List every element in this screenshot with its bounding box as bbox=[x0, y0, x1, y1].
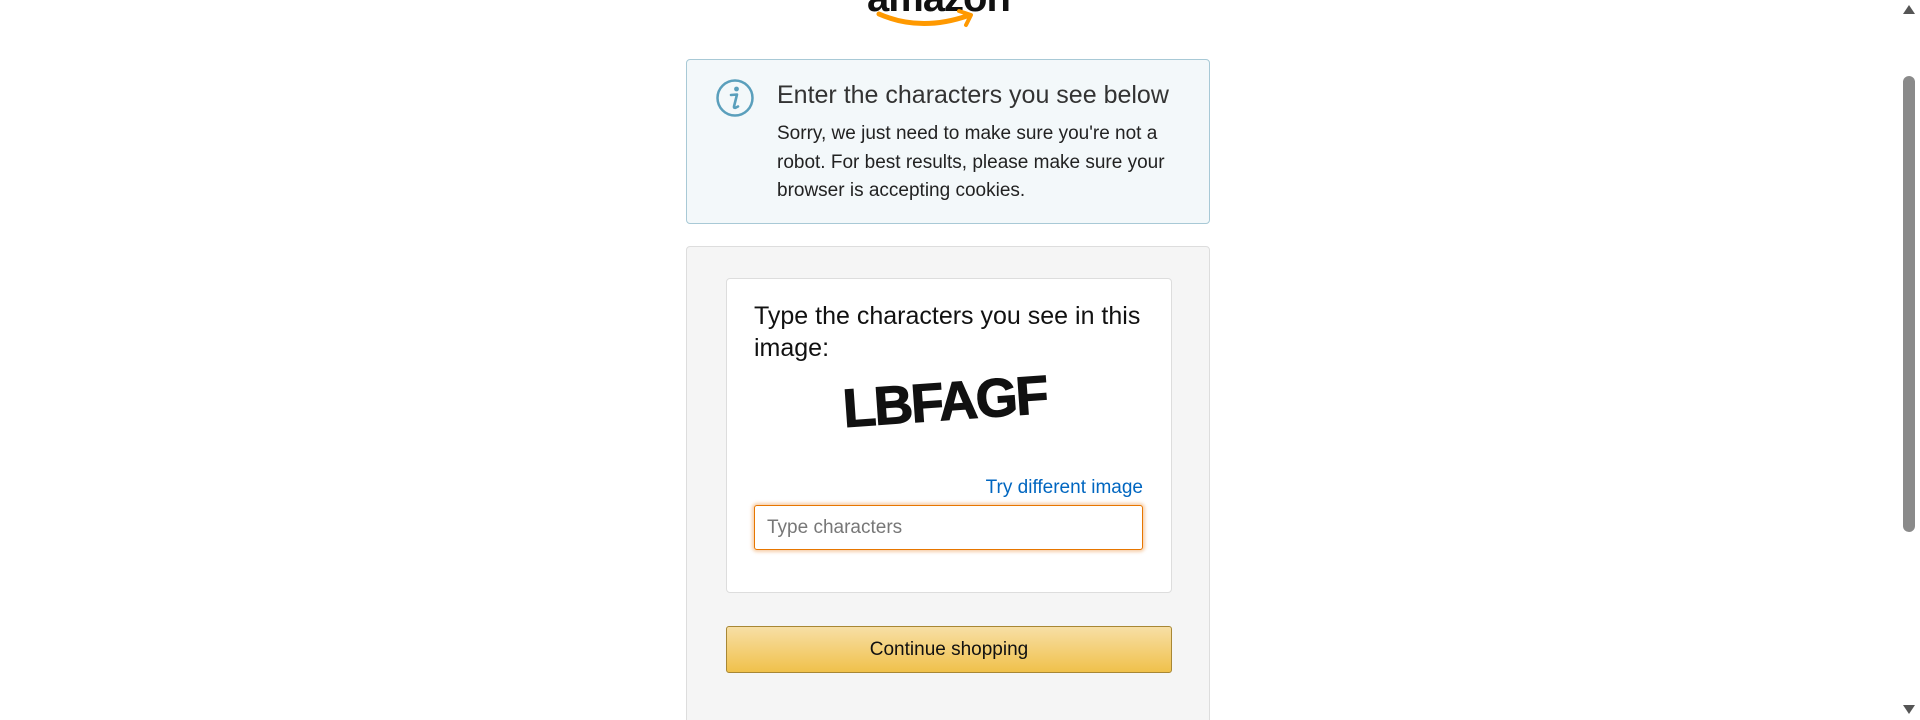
scroll-up-icon[interactable] bbox=[1902, 3, 1916, 15]
captcha-instruction: Type the characters you see in this imag… bbox=[754, 302, 1141, 362]
alert-message: Sorry, we just need to make sure you're … bbox=[777, 123, 1165, 201]
captcha-image: LBFAGF bbox=[840, 365, 1050, 440]
info-icon bbox=[716, 79, 754, 117]
captcha-input[interactable] bbox=[754, 505, 1143, 550]
continue-shopping-button[interactable]: Continue shopping bbox=[726, 626, 1172, 673]
captcha-image-text: LBFAGF bbox=[841, 365, 1050, 439]
amazon-logo[interactable]: amazon bbox=[867, 0, 1027, 34]
alert-heading: Enter the characters you see below bbox=[777, 81, 1169, 109]
scroll-down-icon[interactable] bbox=[1902, 704, 1916, 716]
try-different-image-link[interactable]: Try different image bbox=[960, 476, 1143, 500]
scrollbar[interactable] bbox=[1898, 0, 1920, 720]
page: amazon Enter the characters you see belo… bbox=[0, 0, 1920, 720]
amazon-smile-icon bbox=[876, 9, 973, 27]
scrollbar-thumb[interactable] bbox=[1903, 76, 1915, 532]
info-alert: Enter the characters you see below Sorry… bbox=[686, 59, 1210, 224]
